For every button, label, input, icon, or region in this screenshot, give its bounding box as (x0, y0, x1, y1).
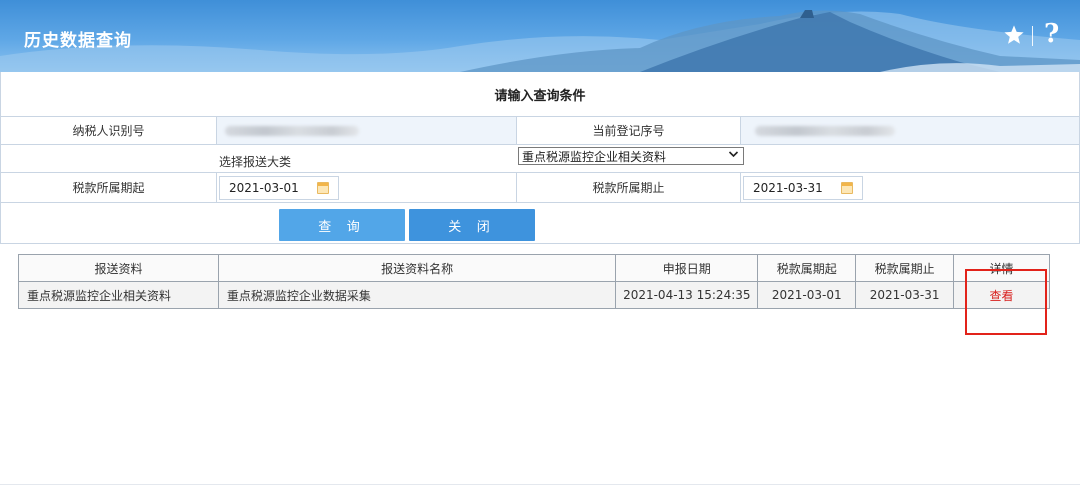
period-end-label: 税款所属期止 (592, 181, 665, 195)
period-end-input[interactable]: 2021-03-31 (743, 176, 863, 200)
great-wall-banner (0, 10, 1080, 72)
cell-end: 2021-03-31 (855, 281, 955, 309)
col-header-material: 报送资料 (18, 254, 219, 282)
col-header-name: 报送资料名称 (217, 254, 617, 282)
highlight-box (965, 269, 1047, 335)
redacted-value (755, 125, 895, 136)
form-row-category: 选择报送大类 重点税源监控企业相关资料 (1, 144, 1079, 172)
cell-name: 重点税源监控企业数据采集 (217, 281, 617, 309)
table-header-row: 报送资料 报送资料名称 申报日期 税款属期起 税款属期止 详情 (18, 254, 1050, 282)
page-title: 历史数据查询 (24, 31, 132, 51)
taxpayer-id-value (217, 117, 517, 144)
category-label: 选择报送大类 (219, 155, 292, 169)
results-table: 报送资料 报送资料名称 申报日期 税款属期起 税款属期止 详情 重点税源监控企业… (18, 254, 1050, 309)
period-start-value: 2021-03-01 (229, 181, 299, 195)
query-button[interactable]: 查 询 (279, 209, 405, 241)
col-header-end: 税款属期止 (855, 254, 955, 282)
category-select[interactable]: 重点税源监控企业相关资料 (518, 147, 744, 165)
col-header-start: 税款属期起 (757, 254, 857, 282)
redacted-value (225, 125, 359, 136)
form-caption: 请输入查询条件 (494, 88, 586, 104)
calendar-icon[interactable] (841, 182, 853, 194)
close-button[interactable]: 关 闭 (409, 209, 535, 241)
form-row-ids: 纳税人识别号 当前登记序号 (1, 116, 1079, 144)
bottom-divider (0, 484, 1080, 485)
cell-declare-date: 2021-04-13 15:24:35 (615, 281, 759, 309)
reg-seq-label: 当前登记序号 (592, 124, 665, 138)
form-caption-row: 请输入查询条件 (1, 72, 1079, 116)
star-icon[interactable] (1003, 24, 1025, 46)
header-divider (1032, 26, 1033, 46)
col-header-declare-date: 申报日期 (615, 254, 759, 282)
cell-start: 2021-03-01 (757, 281, 857, 309)
form-row-actions: 查 询 关 闭 (1, 202, 1079, 244)
cell-material: 重点税源监控企业相关资料 (18, 281, 219, 309)
period-start-input[interactable]: 2021-03-01 (219, 176, 339, 200)
taxpayer-id-label: 纳税人识别号 (72, 124, 145, 138)
chevron-down-icon (728, 149, 739, 162)
period-end-value: 2021-03-31 (753, 181, 823, 195)
period-start-label: 税款所属期起 (72, 181, 145, 195)
page-header: 历史数据查询 ? (0, 0, 1080, 72)
category-selected-value: 重点税源监控企业相关资料 (522, 149, 667, 164)
query-form: 请输入查询条件 纳税人识别号 当前登记序号 选择报送大类 重点税源监控企业相关资… (0, 72, 1080, 244)
calendar-icon[interactable] (317, 182, 329, 194)
help-icon[interactable]: ? (1044, 19, 1059, 49)
reg-seq-value (741, 117, 1079, 144)
table-row: 重点税源监控企业相关资料 重点税源监控企业数据采集 2021-04-13 15:… (18, 281, 1050, 309)
form-row-period: 税款所属期起 2021-03-01 税款所属期止 2021-03-31 (1, 172, 1079, 202)
